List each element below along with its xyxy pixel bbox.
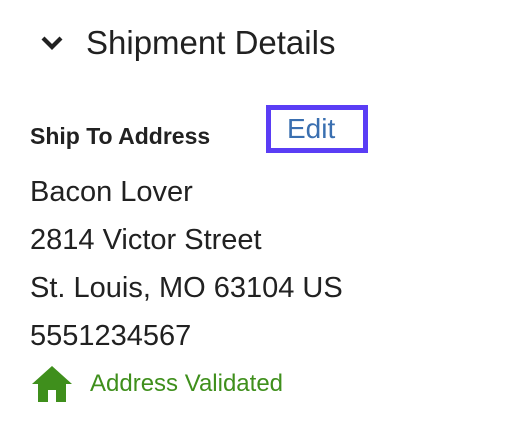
address-recipient-name: Bacon Lover: [30, 176, 193, 208]
section-title: Shipment Details: [86, 24, 336, 61]
ship-to-address: Bacon Lover 2814 Victor Street St. Louis…: [30, 168, 343, 360]
ship-to-address-label: Ship To Address: [30, 123, 211, 149]
home-icon: [30, 364, 74, 404]
shipment-details-header[interactable]: Shipment Details: [38, 18, 335, 68]
address-street: 2814 Victor Street: [30, 224, 262, 256]
address-validated-status: Address Validated: [30, 364, 283, 404]
address-validated-text: Address Validated: [90, 370, 284, 397]
chevron-down-icon[interactable]: [38, 29, 66, 57]
address-phone: 5551234567: [30, 320, 192, 352]
ship-to-label-row: Ship To Address: [30, 112, 210, 160]
address-city-state-zip: St. Louis, MO 63104 US: [30, 272, 343, 304]
edit-address-link[interactable]: Edit: [287, 110, 335, 148]
shipment-details-panel: Shipment Details Ship To Address Edit Ba…: [0, 0, 512, 430]
edit-address-highlight[interactable]: Edit: [266, 105, 368, 153]
